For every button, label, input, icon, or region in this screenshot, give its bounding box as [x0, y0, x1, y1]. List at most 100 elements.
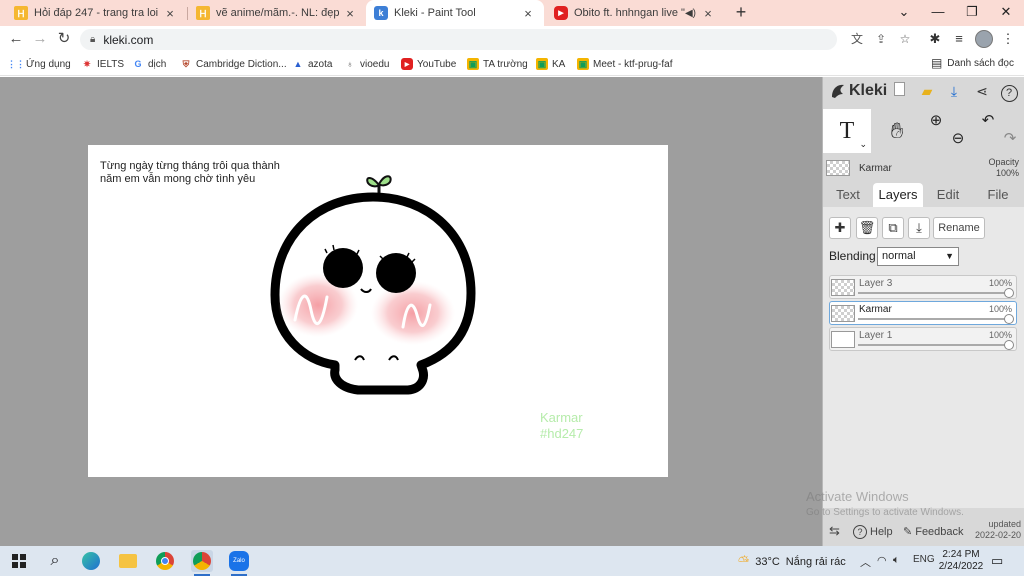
bookmark-ta-truong[interactable]: ▣ TA trường: [467, 56, 528, 72]
swap-icon[interactable]: ⇆: [829, 523, 840, 539]
rename-layer-button[interactable]: Rename: [933, 217, 985, 239]
layer-item[interactable]: Layer 3 100%: [829, 275, 1017, 299]
slider-handle[interactable]: [1004, 314, 1014, 324]
edge-icon[interactable]: [80, 550, 102, 572]
tab-text[interactable]: Text: [823, 183, 873, 207]
chevron-up-icon[interactable]: ︿: [860, 554, 871, 570]
slider-handle[interactable]: [1004, 288, 1014, 298]
tab-hoidap-2[interactable]: Ｈ vẽ anime/mãm.-. NL: đẹp dó.-. lá ×: [188, 0, 366, 26]
blending-value: normal: [882, 250, 916, 262]
bookmark-ielts[interactable]: ✷ IELTS: [81, 56, 124, 72]
vioedu-icon: ♁: [346, 59, 354, 69]
chrome-icon[interactable]: [154, 550, 176, 572]
tab-layers[interactable]: Layers: [873, 183, 923, 207]
system-clock[interactable]: 2:24 PM 2/24/2022: [938, 549, 984, 573]
language-indicator[interactable]: ENG: [913, 554, 935, 565]
close-window-button[interactable]: ✕: [989, 0, 1023, 24]
tab-edit[interactable]: Edit: [923, 183, 973, 207]
bookmark-cambridge[interactable]: ⛨ Cambridge Diction...: [180, 56, 287, 72]
help-icon[interactable]: ?: [999, 81, 1019, 102]
undo-button[interactable]: ↶: [977, 109, 999, 131]
tab-file[interactable]: File: [973, 183, 1023, 207]
merge-layer-button[interactable]: ⤓: [908, 217, 930, 239]
feedback-link[interactable]: ✎ Feedback: [903, 525, 964, 539]
delete-layer-button[interactable]: 🗑︎: [856, 217, 878, 239]
notification-icon[interactable]: ▭: [991, 553, 1003, 569]
kleki-logo-text: Kleki: [849, 82, 888, 99]
tab-search-icon[interactable]: ⌄: [887, 0, 921, 24]
text-tool-button[interactable]: T ⌄: [823, 109, 871, 153]
windows-start-icon[interactable]: [8, 550, 30, 572]
duplicate-layer-button[interactable]: ⧉: [882, 217, 904, 239]
reload-icon[interactable]: ↻: [54, 29, 74, 49]
weather-widget[interactable]: ⛅︎ 33°C Nắng rải rác: [738, 553, 846, 570]
media-control-icon[interactable]: ≡: [950, 30, 968, 48]
translate-icon[interactable]: 文: [849, 31, 865, 47]
speaker-icon[interactable]: ◀): [685, 8, 696, 19]
tab-kleki[interactable]: k Kleki - Paint Tool ×: [366, 0, 544, 26]
layer-opacity-slider[interactable]: [858, 344, 1008, 346]
download-icon[interactable]: ⤓: [944, 81, 964, 101]
back-icon[interactable]: ←: [6, 29, 26, 49]
cambridge-icon: ⛨: [182, 58, 190, 69]
blending-select[interactable]: normal ▼: [877, 247, 959, 266]
layer-opacity: 100%: [988, 330, 1012, 340]
zalo-icon[interactable]: Zalo: [228, 550, 250, 572]
slider-handle[interactable]: [1004, 340, 1014, 350]
current-layer-name: Karmar: [859, 163, 892, 174]
layer-opacity-slider[interactable]: [858, 292, 1008, 294]
restore-button[interactable]: ❐: [955, 0, 989, 24]
share-icon[interactable]: ⇪: [873, 31, 889, 47]
volume-icon[interactable]: 🔈︎: [893, 554, 900, 567]
zoom-out-button[interactable]: ⊖: [947, 127, 969, 149]
layer-name: Layer 1: [859, 330, 893, 341]
hand-icon: ✋︎: [890, 118, 904, 143]
blending-label: Blending: [829, 249, 876, 263]
address-bar[interactable]: 🔒︎ kleki.com: [80, 29, 837, 50]
hand-tool-button[interactable]: ✋︎: [873, 109, 921, 153]
new-image-icon[interactable]: [889, 81, 909, 101]
close-icon[interactable]: ×: [342, 6, 358, 21]
drawing-canvas[interactable]: Từng ngày từng tháng trôi qua thành năm …: [88, 145, 668, 477]
layer-item[interactable]: Layer 1 100%: [829, 327, 1017, 351]
bookmark-star-icon[interactable]: ☆: [897, 31, 913, 47]
bookmark-vioedu[interactable]: ♁ vioedu: [344, 56, 390, 72]
wifi-icon[interactable]: ◠: [877, 554, 887, 567]
tab-hoidap-1[interactable]: Ｈ Hỏi đáp 247 - trang tra loi ×: [6, 0, 186, 26]
tab-youtube[interactable]: ▶ Obito ft. hnhngan live "YOUR ◀) ×: [546, 0, 724, 26]
chevron-down-icon[interactable]: ⌄: [859, 139, 867, 150]
close-icon[interactable]: ×: [700, 6, 716, 21]
open-folder-icon[interactable]: ▰: [917, 81, 937, 101]
menu-icon[interactable]: ⋮: [999, 30, 1017, 48]
new-tab-button[interactable]: +: [731, 2, 751, 22]
search-icon[interactable]: ⌕: [44, 550, 66, 572]
close-icon[interactable]: ×: [162, 6, 178, 21]
forward-icon[interactable]: →: [30, 29, 50, 49]
layer-opacity-slider[interactable]: [858, 318, 1008, 320]
close-icon[interactable]: ×: [520, 6, 536, 21]
zoom-in-button[interactable]: ⊕: [925, 109, 947, 131]
ielts-icon: ✷: [83, 58, 91, 69]
bookmark-meet[interactable]: ▣ Meet - ktf-prug-faf: [577, 56, 672, 72]
text-tool-icon: T: [839, 117, 855, 144]
redo-button[interactable]: ↷: [999, 127, 1021, 149]
bookmark-azota[interactable]: ▲ azota: [292, 56, 333, 72]
layer-item-selected[interactable]: Karmar 100%: [829, 301, 1017, 325]
file-explorer-icon[interactable]: [117, 550, 139, 572]
bookmark-dich[interactable]: G dịch: [132, 56, 166, 72]
minimize-button[interactable]: —: [921, 0, 955, 24]
reading-list-button[interactable]: ▤ Danh sách đọc: [931, 56, 1014, 70]
share-icon[interactable]: ⋖: [972, 81, 992, 101]
chrome-profile-icon[interactable]: [191, 550, 213, 572]
help-link[interactable]: ? Help: [853, 525, 893, 539]
layer-thumbnail: [831, 305, 855, 322]
add-layer-button[interactable]: ✚: [829, 217, 851, 239]
bookmark-ka[interactable]: ▣ KA: [536, 56, 565, 72]
bookmark-apps[interactable]: ⋮⋮ Ứng dụng: [7, 56, 71, 72]
bookmark-youtube[interactable]: ▶ YouTube: [401, 56, 456, 72]
extensions-icon[interactable]: ✱: [926, 30, 944, 48]
tool-row: T ⌄ ✋︎ ⊕ ⊖ ↶ ↷: [823, 109, 1024, 153]
lock-icon[interactable]: 🔒︎: [90, 34, 95, 45]
kleki-workspace[interactable]: Từng ngày từng tháng trôi qua thành năm …: [0, 77, 822, 546]
profile-avatar[interactable]: [975, 30, 993, 48]
